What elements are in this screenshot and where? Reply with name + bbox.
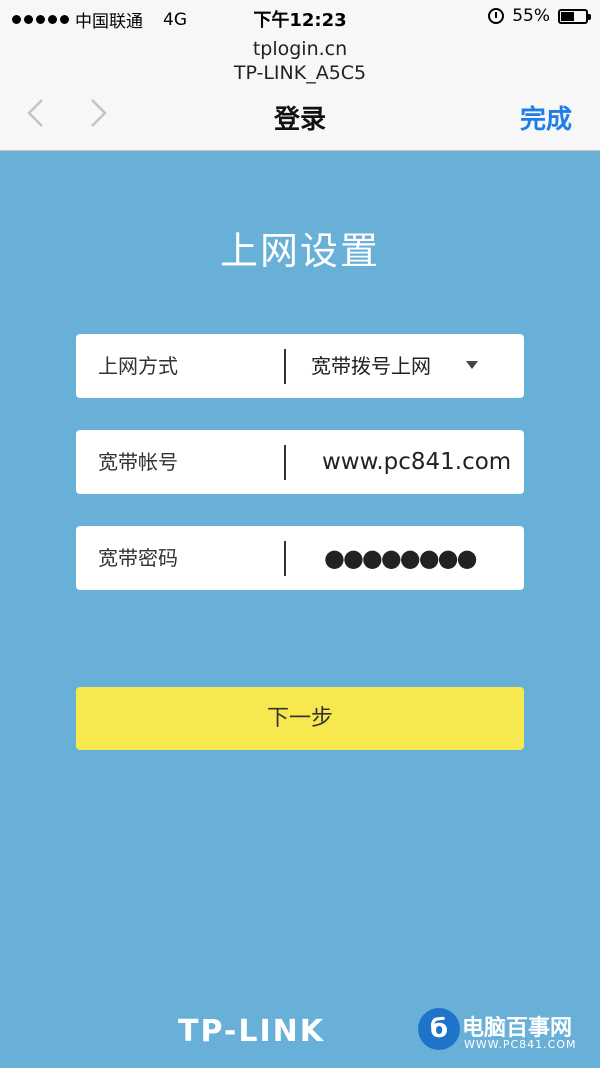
watermark-url: WWW.PC841.COM [464, 1038, 577, 1051]
network-ssid: TP-LINK_A5C5 [233, 62, 367, 84]
account-label: 宽带帐号 [98, 450, 178, 474]
done-button[interactable]: 完成 [520, 99, 572, 136]
page-host: tplogin.cn [252, 38, 348, 60]
battery-fill [561, 11, 574, 21]
alarm-icon [488, 8, 505, 24]
status-right: 55% [488, 6, 591, 26]
watermark: б 电脑百事网 WWW.PC841.COM [418, 1004, 598, 1058]
page-title: 上网设置 [219, 229, 380, 273]
password-field[interactable]: 宽带密码 ●●●●●●●● [76, 526, 524, 590]
nav-header: tplogin.cn TP-LINK_A5C5 登录 完成 [0, 34, 600, 151]
field-divider [284, 445, 286, 480]
battery-percent: 55% [512, 6, 550, 26]
field-divider [284, 541, 286, 576]
watermark-logo-icon: б [418, 1008, 460, 1050]
dropdown-arrow-icon [466, 361, 478, 369]
battery-icon [558, 8, 591, 24]
next-button[interactable]: 下一步 [76, 687, 524, 750]
connection-type-select[interactable]: 上网方式 宽带拨号上网 [76, 334, 524, 398]
page-title-nav: 登录 [273, 105, 326, 135]
password-value: ●●●●●●●● [324, 544, 478, 572]
password-label: 宽带密码 [98, 546, 178, 570]
field-divider [284, 349, 286, 384]
connection-type-label: 上网方式 [98, 354, 178, 378]
connection-type-value: 宽带拨号上网 [311, 354, 431, 378]
tp-link-logo: TP-LINK [178, 1014, 326, 1049]
status-bar: 中国联通 4G 下午12:23 55% [0, 0, 600, 34]
account-value: www.pc841.com [322, 449, 512, 475]
account-field[interactable]: 宽带帐号 www.pc841.com [76, 430, 524, 494]
